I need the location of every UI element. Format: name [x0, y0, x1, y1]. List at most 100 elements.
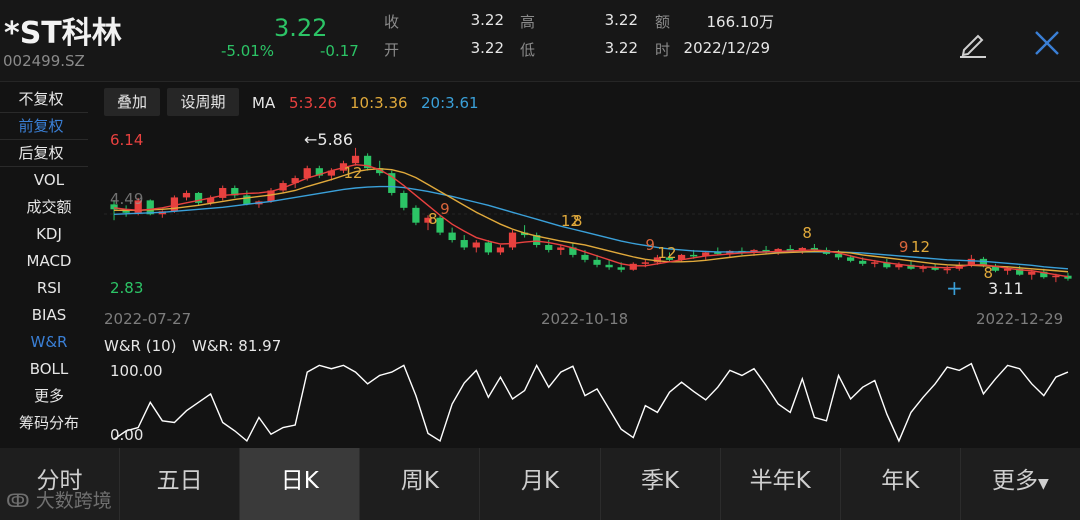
- candle-body: [943, 268, 951, 271]
- price-max-label: 6.14: [110, 131, 144, 149]
- crosshair-icon[interactable]: +: [946, 276, 963, 300]
- candle-body: [581, 254, 589, 260]
- open-label: 开: [384, 41, 400, 59]
- change-amount: -0.17: [320, 42, 359, 60]
- sequence-tag: 12: [343, 164, 362, 182]
- sequence-tag: 12: [911, 238, 930, 256]
- candle-body: [846, 257, 855, 261]
- indicator-rsi[interactable]: RSI: [0, 275, 104, 302]
- tab-quarterly-k[interactable]: 季K: [601, 448, 721, 520]
- high-value: 3.22: [604, 11, 638, 29]
- candle-body: [859, 260, 867, 264]
- candle-body: [243, 195, 251, 205]
- candle-body: [545, 244, 553, 250]
- tab-more-label: 更多: [992, 468, 1039, 494]
- ma5-value: 5:3.26: [289, 94, 337, 112]
- candle-body: [303, 168, 311, 179]
- sequence-tag: 8: [802, 224, 812, 242]
- indicator-boll[interactable]: BOLL: [0, 356, 104, 383]
- open-value: 3.22: [470, 39, 504, 57]
- sequence-tag: 9: [899, 238, 909, 256]
- candle-body: [472, 242, 480, 248]
- change-percent: -5.01%: [221, 42, 275, 60]
- tab-weekly-k[interactable]: 周K: [360, 448, 481, 520]
- indicator-more[interactable]: 更多: [0, 383, 104, 410]
- candle-body: [484, 242, 492, 253]
- wr-top-label: 100.00: [110, 362, 163, 380]
- stock-name: *ST科林: [4, 16, 122, 51]
- low-label: 低: [520, 41, 536, 59]
- tab-yearly-k[interactable]: 年K: [841, 448, 961, 520]
- low-marker-label: 3.11: [988, 279, 1024, 298]
- tab-daily-k[interactable]: 日K: [240, 448, 361, 520]
- candle-body: [593, 259, 601, 265]
- ma20-value: 20:3.61: [421, 94, 479, 112]
- candle-body: [460, 240, 468, 248]
- candle-body: [690, 254, 698, 257]
- tab-five-day[interactable]: 五日: [120, 448, 241, 520]
- price-min-label: 2.83: [110, 279, 144, 297]
- candle-body: [448, 232, 456, 241]
- close-value: 3.22: [470, 11, 504, 29]
- watermark: ↂ 大数跨境: [6, 486, 112, 513]
- candle-body: [714, 252, 722, 254]
- indicator-bias[interactable]: BIAS: [0, 302, 104, 329]
- amount-label: 额: [655, 13, 671, 31]
- ma10-line: [114, 167, 1069, 273]
- date-mid-label: 2022-10-18: [541, 310, 629, 328]
- indicator-turnover[interactable]: 成交额: [0, 194, 104, 221]
- dropdown-triangle-icon: ▼: [1038, 476, 1049, 492]
- sequence-tag: 12: [657, 244, 676, 262]
- candle-body: [641, 262, 649, 264]
- tab-monthly-k[interactable]: 月K: [480, 448, 601, 520]
- indicator-macd[interactable]: MACD: [0, 248, 104, 275]
- watermark-text: 大数跨境: [35, 490, 112, 512]
- sequence-tag: 9: [440, 200, 450, 218]
- kline-chart[interactable]: 12891289 1289 128: [104, 122, 1080, 306]
- candle-body: [557, 247, 565, 250]
- price-left-mark: 4.49: [110, 190, 144, 208]
- wr-chart[interactable]: [104, 360, 1080, 448]
- tab-more[interactable]: 更多▼: [961, 448, 1080, 520]
- overlay-button[interactable]: 叠加: [104, 88, 160, 116]
- last-price: 3.22: [274, 14, 328, 42]
- stock-code: 002499.SZ: [3, 52, 85, 70]
- indicator-wr[interactable]: W&R: [0, 329, 104, 356]
- high-marker-label: ←5.86: [304, 130, 354, 149]
- date-end-label: 2022-12-29: [976, 310, 1064, 328]
- sequence-tag: 8: [573, 212, 583, 230]
- adjust-backward[interactable]: 后复权: [0, 140, 88, 167]
- candle-body: [1052, 275, 1060, 278]
- edit-icon[interactable]: [956, 26, 990, 60]
- candle-body: [351, 155, 360, 164]
- indicator-kdj[interactable]: KDJ: [0, 221, 104, 248]
- candle-body: [508, 232, 517, 248]
- ma20-line: [114, 185, 1069, 270]
- indicator-chip-distribution[interactable]: 筹码分布: [0, 410, 104, 437]
- sequence-tag: 8: [428, 210, 438, 228]
- date-start-label: 2022-07-27: [104, 310, 192, 328]
- ma-label: MA: [252, 94, 276, 112]
- candle-body: [412, 207, 420, 223]
- indicator-vol[interactable]: VOL: [0, 167, 104, 194]
- tab-half-year-k[interactable]: 半年K: [721, 448, 841, 520]
- quote-header: *ST科林 002499.SZ 3.22 -5.01% -0.17 收 3.22…: [0, 0, 1080, 82]
- candle-body: [182, 192, 191, 198]
- time-label: 时: [655, 41, 671, 59]
- candle-body: [496, 247, 505, 253]
- ma5-line: [113, 164, 1069, 278]
- adjust-none[interactable]: 不复权: [0, 86, 88, 113]
- low-value: 3.22: [604, 39, 638, 57]
- wr-line: [113, 362, 1069, 443]
- candle-body: [400, 192, 408, 208]
- close-label: 收: [384, 13, 400, 31]
- adjust-forward[interactable]: 前复权: [0, 113, 88, 140]
- amount-value: 166.10万: [706, 13, 775, 31]
- close-icon[interactable]: [1030, 26, 1064, 60]
- candle-body: [1028, 271, 1036, 275]
- candle-body: [605, 264, 613, 268]
- watermark-logo-icon: ↂ: [6, 490, 30, 512]
- candle-body: [871, 262, 879, 264]
- set-period-button[interactable]: 设周期: [167, 88, 239, 116]
- ma10-value: 10:3.36: [350, 94, 408, 112]
